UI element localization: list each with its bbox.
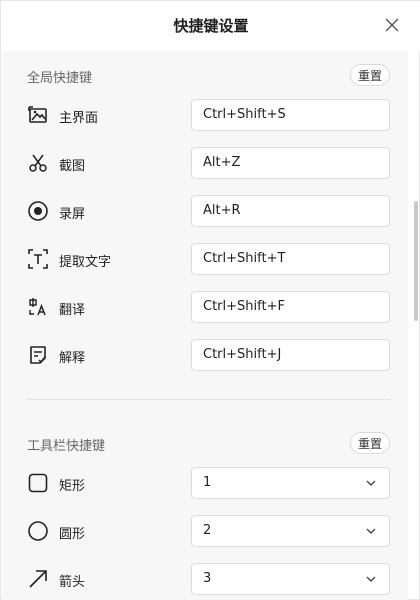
record-icon <box>27 200 49 222</box>
circle-shortcut-select[interactable]: 2 <box>191 515 390 547</box>
scrollbar[interactable] <box>411 51 419 600</box>
explain-icon <box>27 344 49 366</box>
global-item-label: 截图 <box>59 159 86 174</box>
chevron-down-icon <box>366 528 376 534</box>
global-item-label: 录屏 <box>59 207 86 222</box>
select-value: 3 <box>203 571 212 586</box>
global-item-label: 翻译 <box>59 303 86 318</box>
scroll-thumb[interactable] <box>414 201 418 321</box>
global-section-title: 全局快捷键 <box>27 71 93 86</box>
dialog-title: 快捷键设置 <box>173 17 249 35</box>
chevron-down-icon <box>366 576 376 582</box>
global-reset-button[interactable]: 重置 <box>350 64 390 86</box>
scissors-icon <box>27 152 49 174</box>
translate-icon <box>27 296 49 318</box>
toolbar-section-title: 工具栏快捷键 <box>27 439 106 454</box>
translate-shortcut-input[interactable]: Ctrl+Shift+F <box>191 291 390 323</box>
toolbar-item-label: 矩形 <box>59 479 86 494</box>
arrow-icon <box>27 568 49 590</box>
rectangle-icon <box>27 472 49 494</box>
toolbar-item-label: 圆形 <box>59 527 86 542</box>
select-value: 1 <box>203 475 212 490</box>
dialog-header: 快捷键设置 <box>1 1 420 51</box>
close-icon <box>385 18 399 32</box>
select-value: 2 <box>203 523 212 538</box>
rectangle-shortcut-select[interactable]: 1 <box>191 467 390 499</box>
text-extract-shortcut-input[interactable]: Ctrl+Shift+T <box>191 243 390 275</box>
close-button[interactable] <box>380 13 404 37</box>
explain-shortcut-input[interactable]: Ctrl+Shift+J <box>191 339 390 371</box>
shortcut-settings-dialog: 快捷键设置 全局快捷键 重置 主界面 Ctrl+Shift+S 截图 Alt+Z… <box>0 0 420 600</box>
section-divider <box>27 399 390 400</box>
settings-content[interactable]: 全局快捷键 重置 主界面 Ctrl+Shift+S 截图 Alt+Z 录屏 Al… <box>2 51 408 600</box>
toolbar-reset-button[interactable]: 重置 <box>350 432 390 454</box>
chevron-down-icon <box>366 480 376 486</box>
screenshot-main-icon <box>27 104 49 126</box>
record-shortcut-input[interactable]: Alt+R <box>191 195 390 227</box>
circle-icon <box>27 520 49 542</box>
global-item-label: 解释 <box>59 351 86 366</box>
main-window-shortcut-input[interactable]: Ctrl+Shift+S <box>191 99 390 131</box>
text-extract-icon <box>27 248 49 270</box>
global-item-label: 提取文字 <box>59 255 112 270</box>
global-item-label: 主界面 <box>59 111 99 126</box>
toolbar-item-label: 箭头 <box>59 575 86 590</box>
arrow-shortcut-select[interactable]: 3 <box>191 563 390 595</box>
screenshot-shortcut-input[interactable]: Alt+Z <box>191 147 390 179</box>
